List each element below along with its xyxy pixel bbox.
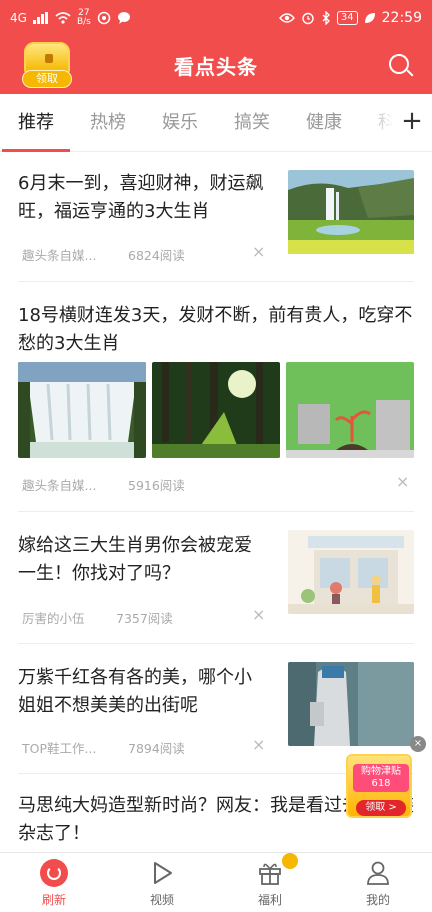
close-icon[interactable]: × bbox=[252, 605, 265, 624]
tab-health[interactable]: 健康 bbox=[306, 94, 342, 152]
article-title: 18号横财连发3天，发财不断，前有贵人，吃穿不愁的3大生肖 bbox=[18, 305, 413, 354]
coin-badge-icon bbox=[282, 853, 298, 869]
nav-label: 刷新 bbox=[41, 893, 66, 907]
close-icon[interactable]: × bbox=[252, 242, 265, 261]
promo-claim-button[interactable]: 领取 > bbox=[356, 800, 406, 816]
tab-funny[interactable]: 搞笑 bbox=[234, 94, 270, 152]
gift-icon bbox=[259, 863, 281, 885]
promo-text: 购物津贴 618 bbox=[353, 764, 409, 792]
article-title: 万紫千红各有各的美，哪个小姐姐不想美美的出街呢 bbox=[18, 667, 252, 716]
article-thumbnail bbox=[286, 362, 414, 458]
article-title: 嫁给这三大生肖男你会被宠爱一生！你找对了吗？ bbox=[18, 535, 252, 584]
user-icon bbox=[367, 861, 389, 885]
search-icon[interactable] bbox=[388, 53, 414, 79]
app-header: 领取 看点头条 bbox=[0, 36, 432, 94]
clock: 22:59 bbox=[381, 10, 422, 26]
tab-hot[interactable]: 热榜 bbox=[90, 94, 126, 152]
close-icon[interactable]: × bbox=[396, 472, 409, 491]
nav-refresh[interactable]: 刷新 bbox=[0, 853, 108, 912]
article-source: TOP鞋工作... bbox=[22, 741, 97, 756]
wifi-icon bbox=[55, 12, 71, 24]
nav-profile[interactable]: 我的 bbox=[324, 853, 432, 912]
status-right: 34 22:59 bbox=[278, 10, 422, 26]
article-thumbnail bbox=[152, 362, 280, 458]
bottom-nav: 刷新 视频 福利 我的 bbox=[0, 852, 432, 912]
article-meta: 厉害的小伍 7357阅读 bbox=[22, 608, 173, 627]
signal-icon bbox=[32, 12, 48, 24]
article-reads: 6824阅读 bbox=[128, 248, 185, 263]
article-meta: 趣头条自媒... 5916阅读 bbox=[22, 475, 185, 494]
list-item[interactable]: 6月末一到，喜迎财神，财运飙旺，福运亨通的3大生肖 趣头条自媒... 6824阅… bbox=[0, 152, 432, 282]
nav-label: 我的 bbox=[365, 893, 390, 907]
network-label: 4G bbox=[10, 11, 27, 25]
status-left: 4G 27 B/s bbox=[10, 9, 131, 27]
article-reads: 5916阅读 bbox=[128, 478, 185, 493]
leaf-icon bbox=[364, 13, 375, 23]
article-reads: 7894阅读 bbox=[128, 741, 185, 756]
app-screen: 4G 27 B/s 34 22:59 领取 看点头条 推荐 热榜 娱乐 搞笑 健… bbox=[0, 0, 432, 912]
close-icon[interactable]: × bbox=[410, 736, 426, 752]
nav-label: 视频 bbox=[149, 893, 174, 907]
article-thumbnail bbox=[288, 170, 414, 254]
article-thumbnail bbox=[288, 662, 414, 746]
play-icon bbox=[154, 862, 172, 884]
article-reads: 7357阅读 bbox=[116, 611, 173, 626]
add-tab-icon[interactable]: + bbox=[392, 94, 432, 151]
alarm-icon bbox=[302, 12, 314, 25]
net-speed: 27 B/s bbox=[76, 8, 91, 27]
app-title: 看点头条 bbox=[174, 54, 258, 79]
article-meta: 趣头条自媒... 6824阅读 bbox=[22, 245, 185, 264]
battery-icon: 34 bbox=[336, 11, 358, 25]
tab-entertainment[interactable]: 娱乐 bbox=[162, 94, 198, 152]
message-icon bbox=[117, 12, 130, 24]
bluetooth-icon bbox=[322, 11, 330, 25]
reward-chest-button[interactable]: 领取 bbox=[18, 40, 76, 90]
category-tabs: 推荐 热榜 娱乐 搞笑 健康 科 + bbox=[0, 94, 432, 152]
article-source: 厉害的小伍 bbox=[22, 611, 85, 626]
status-bar: 4G 27 B/s 34 22:59 bbox=[0, 0, 432, 36]
nav-video[interactable]: 视频 bbox=[108, 853, 216, 912]
article-title: 6月末一到，喜迎财神，财运飙旺，福运亨通的3大生肖 bbox=[18, 173, 264, 222]
nav-welfare[interactable]: 福利 bbox=[216, 853, 324, 912]
list-item[interactable]: 嫁给这三大生肖男你会被宠爱一生！你找对了吗？ 厉害的小伍 7357阅读 × bbox=[0, 512, 432, 644]
refresh-icon bbox=[40, 859, 68, 887]
app-notify-icon bbox=[97, 11, 111, 25]
article-meta: TOP鞋工作... 7894阅读 bbox=[22, 738, 185, 757]
list-item[interactable]: 18号横财连发3天，发财不断，前有贵人，吃穿不愁的3大生肖 趣头条自媒... 5… bbox=[0, 282, 432, 512]
article-source: 趣头条自媒... bbox=[22, 248, 97, 263]
article-thumbnail bbox=[288, 530, 414, 614]
news-feed[interactable]: 6月末一到，喜迎财神，财运飙旺，福运亨通的3大生肖 趣头条自媒... 6824阅… bbox=[0, 152, 432, 852]
close-icon[interactable]: × bbox=[252, 735, 265, 754]
reward-label: 领取 bbox=[22, 70, 72, 88]
eye-icon bbox=[278, 13, 295, 23]
nav-label: 福利 bbox=[257, 893, 282, 907]
promo-floating-badge[interactable]: 购物津贴 618 领取 > × bbox=[346, 736, 426, 820]
article-thumbnail bbox=[18, 362, 146, 458]
tab-recommend[interactable]: 推荐 bbox=[2, 94, 70, 152]
article-source: 趣头条自媒... bbox=[22, 478, 97, 493]
